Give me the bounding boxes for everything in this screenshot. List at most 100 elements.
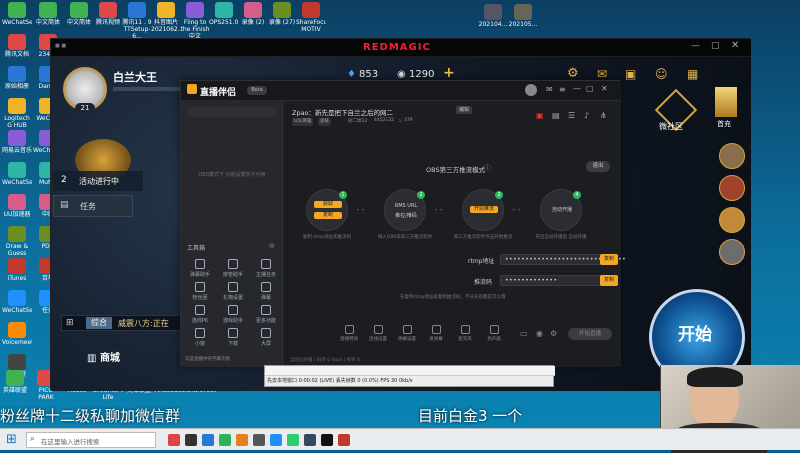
- scene-tabs[interactable]: [187, 107, 277, 117]
- taskbar-app-icon[interactable]: [253, 434, 265, 446]
- toolbox-item[interactable]: 弹幕: [251, 282, 281, 301]
- taskbar-search-box[interactable]: ⌕ 在这里输入进行搜索: [26, 432, 156, 448]
- desktop-icon[interactable]: UU加速器: [2, 194, 32, 218]
- desktop-icon[interactable]: 抖音图片 2021062...: [151, 2, 181, 33]
- hero-avatar-1[interactable]: [719, 143, 745, 169]
- desktop-icon[interactable]: 腾讯文档: [2, 34, 32, 58]
- toolbox-item[interactable]: 下载: [218, 328, 248, 347]
- taskbar-app-icon[interactable]: [236, 434, 248, 446]
- game-category-tag[interactable]: LOL英雄: [292, 118, 314, 126]
- desktop-icon[interactable]: 录像 (27): [267, 2, 297, 26]
- activity-panel[interactable]: 2 活动进行中: [53, 171, 143, 191]
- desktop-icon[interactable]: ShareFocus MOTIV: [296, 2, 326, 33]
- camera-icon[interactable]: ▭: [520, 329, 528, 338]
- menu-icon[interactable]: ≡: [559, 85, 566, 94]
- desktop-icon[interactable]: 英雄联盟: [0, 370, 30, 394]
- add-currency-button[interactable]: +: [443, 65, 455, 81]
- desktop-icon[interactable]: 中文简体: [33, 2, 63, 26]
- windows-start-icon[interactable]: ⊞: [6, 432, 17, 447]
- desktop-icon[interactable]: iTunes: [2, 258, 32, 282]
- desktop-icon[interactable]: 202104...: [478, 4, 508, 28]
- start-live-button[interactable]: 开始直播: [568, 328, 612, 340]
- desktop-icon[interactable]: Fling to the Finish 中文: [180, 2, 210, 40]
- eye-icon[interactable]: ◉: [536, 329, 543, 338]
- taskbar-app-icon[interactable]: [219, 434, 231, 446]
- desktop-icon[interactable]: 原始相册: [2, 66, 32, 90]
- taskbar-app-icon[interactable]: [338, 434, 350, 446]
- toolbox-item[interactable]: 弹幕助手: [185, 259, 215, 278]
- taskbar-app-icon[interactable]: [202, 434, 214, 446]
- hero-avatar-4[interactable]: [719, 239, 745, 265]
- desktop-icon[interactable]: WeChatSe...: [2, 2, 32, 26]
- chat-bar[interactable]: ⊞ 综合 威震八方:正在: [61, 315, 181, 331]
- edit-title-button[interactable]: 编辑: [456, 106, 472, 114]
- desktop-icon[interactable]: Logitech G HUB: [2, 98, 32, 129]
- desktop-icon[interactable]: 中文简体: [64, 2, 94, 26]
- toolbox-item[interactable]: 粉丝团: [185, 282, 215, 301]
- desktop-icon[interactable]: 腾讯11 . 9 TTSetup-6...: [122, 2, 152, 40]
- shop-button[interactable]: ▥ 商城: [87, 349, 120, 364]
- minimize-icon[interactable]: —: [691, 41, 700, 51]
- mail-icon[interactable]: ✉: [597, 67, 607, 81]
- copy-key-button[interactable]: 复制: [600, 275, 618, 286]
- mode-tag[interactable]: 竞技: [318, 118, 331, 126]
- maximize-icon[interactable]: ▢: [711, 41, 720, 51]
- hero-avatar-2[interactable]: [719, 175, 745, 201]
- gear-icon[interactable]: ⚙: [567, 66, 579, 81]
- desktop-icon[interactable]: Voicemeeter: [2, 322, 32, 346]
- info-icon[interactable]: ⓘ: [484, 163, 491, 173]
- toolbox-item[interactable]: 主播任务: [251, 259, 281, 278]
- step-pill[interactable]: 获取: [314, 201, 342, 208]
- desktop-icon[interactable]: 腾讯视频: [93, 2, 123, 26]
- toolbox-item[interactable]: 大屏: [251, 328, 281, 347]
- close-icon[interactable]: ✕: [601, 84, 608, 93]
- desktop-icon[interactable]: 录像 (2): [238, 2, 268, 26]
- bottom-tool[interactable]: 发弹幕: [421, 325, 451, 342]
- toolbox-item[interactable]: 小窗: [185, 328, 215, 347]
- bell-icon[interactable]: ♪: [584, 111, 589, 120]
- minimize-icon[interactable]: —: [573, 84, 581, 93]
- close-icon[interactable]: ✕: [731, 40, 739, 51]
- lock-icon[interactable]: ▤: [552, 111, 560, 120]
- taskbar-app-icon[interactable]: [168, 434, 180, 446]
- gear-icon[interactable]: ⚙: [550, 329, 557, 338]
- desktop-icon[interactable]: 202105...: [508, 4, 538, 28]
- chat-expand-icon[interactable]: ⊞: [66, 318, 74, 328]
- recharge-icon[interactable]: [715, 87, 737, 117]
- settings-icon[interactable]: ☰: [568, 111, 575, 120]
- hero-avatar-3[interactable]: [719, 207, 745, 233]
- desktop-icon[interactable]: OPS251.0...: [209, 2, 239, 26]
- friends-icon[interactable]: ☺: [655, 67, 668, 81]
- taskbar-app-icon[interactable]: [304, 434, 316, 446]
- toolbox-item[interactable]: 房管助手: [218, 259, 248, 278]
- taskbar-app-icon[interactable]: [185, 434, 197, 446]
- bottom-tool[interactable]: 直播特效: [334, 325, 364, 342]
- step-pill[interactable]: 复制: [314, 212, 342, 219]
- toolbox-item[interactable]: 游戏助手: [218, 305, 248, 324]
- taskbar-app-icon[interactable]: [321, 434, 333, 446]
- toolbox-item[interactable]: 连线PK: [185, 305, 215, 324]
- copy-rtmp-button[interactable]: 复制: [600, 254, 618, 265]
- share-icon[interactable]: ⋔: [600, 111, 607, 120]
- task-button[interactable]: ▤ 任务: [53, 195, 133, 217]
- toolbox-item[interactable]: 礼物设置: [218, 282, 248, 301]
- taskbar-app-icon[interactable]: [287, 434, 299, 446]
- desktop-icon[interactable]: Draw & Guess: [2, 226, 32, 257]
- gift-icon[interactable]: ▣: [536, 111, 544, 120]
- exit-button[interactable]: 退出: [586, 161, 610, 172]
- message-icon[interactable]: ✉: [546, 85, 553, 94]
- step-pill[interactable]: 开始推流: [470, 206, 498, 213]
- desktop-icon[interactable]: 网易云音乐: [2, 130, 32, 154]
- bottom-tool[interactable]: 麦克风: [450, 325, 480, 342]
- maximize-icon[interactable]: ▢: [586, 84, 594, 93]
- user-avatar[interactable]: [525, 84, 537, 96]
- bottom-tool[interactable]: 连线设置: [363, 325, 393, 342]
- bottom-tool[interactable]: 弹幕设置: [392, 325, 422, 342]
- chat-tab-general[interactable]: 综合: [86, 317, 112, 329]
- bottom-tool[interactable]: 扬声器: [479, 325, 509, 342]
- desktop-icon[interactable]: WeChatSe...: [2, 162, 32, 186]
- grid-icon[interactable]: ▦: [687, 67, 698, 81]
- toolbox-item[interactable]: 更多功能: [251, 305, 281, 324]
- more-icon[interactable]: ⊖: [269, 242, 275, 250]
- desktop-icon[interactable]: WeChatSe...: [2, 290, 32, 314]
